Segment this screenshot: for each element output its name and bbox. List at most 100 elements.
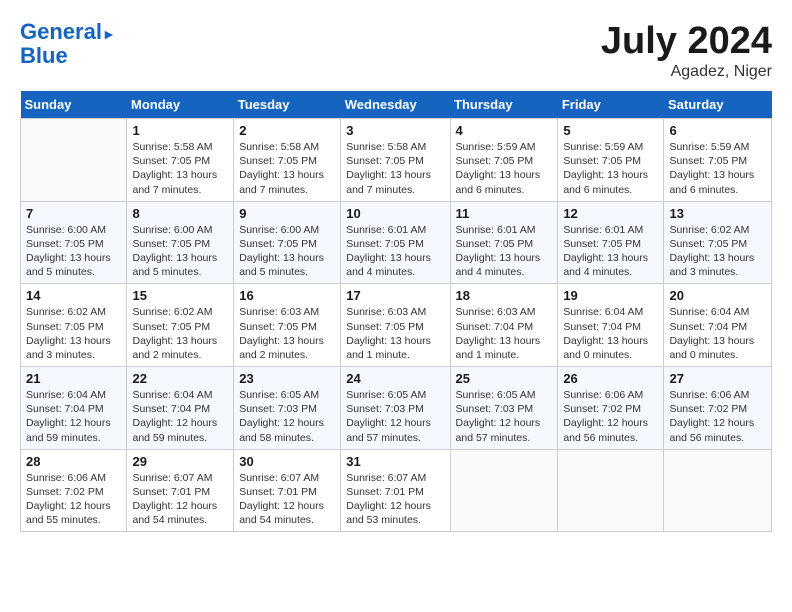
day-number: 2 bbox=[239, 123, 335, 138]
day-info: Sunrise: 6:02 AM Sunset: 7:05 PM Dayligh… bbox=[132, 305, 228, 362]
location-subtitle: Agadez, Niger bbox=[601, 63, 772, 81]
calendar-cell: 1 Sunrise: 5:58 AM Sunset: 7:05 PM Daylig… bbox=[127, 119, 234, 202]
day-info: Sunrise: 6:04 AM Sunset: 7:04 PM Dayligh… bbox=[132, 388, 228, 445]
day-number: 6 bbox=[669, 123, 766, 138]
calendar-cell: 13 Sunrise: 6:02 AM Sunset: 7:05 PM Dayli… bbox=[664, 201, 772, 284]
day-number: 17 bbox=[346, 288, 444, 303]
day-info: Sunrise: 6:04 AM Sunset: 7:04 PM Dayligh… bbox=[26, 388, 121, 445]
week-row-2: 7 Sunrise: 6:00 AM Sunset: 7:05 PM Daylig… bbox=[21, 201, 772, 284]
day-info: Sunrise: 6:03 AM Sunset: 7:05 PM Dayligh… bbox=[346, 305, 444, 362]
day-number: 12 bbox=[563, 206, 658, 221]
day-number: 30 bbox=[239, 454, 335, 469]
day-number: 24 bbox=[346, 371, 444, 386]
calendar-cell: 3 Sunrise: 5:58 AM Sunset: 7:05 PM Daylig… bbox=[341, 119, 450, 202]
logo: General► Blue bbox=[20, 20, 116, 68]
calendar-cell: 8Sunrise: 6:00 AM Sunset: 7:05 PM Daylig… bbox=[127, 201, 234, 284]
day-number: 8 bbox=[132, 206, 228, 221]
calendar-cell: 17 Sunrise: 6:03 AM Sunset: 7:05 PM Dayli… bbox=[341, 284, 450, 367]
day-info: Sunrise: 6:03 AM Sunset: 7:04 PM Dayligh… bbox=[456, 305, 553, 362]
day-number: 29 bbox=[132, 454, 228, 469]
day-number: 21 bbox=[26, 371, 121, 386]
calendar-cell: 30Sunrise: 6:07 AM Sunset: 7:01 PM Dayli… bbox=[234, 449, 341, 532]
day-number: 7 bbox=[26, 206, 121, 221]
calendar-cell: 18 Sunrise: 6:03 AM Sunset: 7:04 PM Dayli… bbox=[450, 284, 558, 367]
day-number: 11 bbox=[456, 206, 553, 221]
day-info: Sunrise: 6:07 AM Sunset: 7:01 PM Dayligh… bbox=[346, 471, 444, 528]
calendar-cell: 9 Sunrise: 6:00 AM Sunset: 7:05 PM Daylig… bbox=[234, 201, 341, 284]
day-info: Sunrise: 6:05 AM Sunset: 7:03 PM Dayligh… bbox=[346, 388, 444, 445]
calendar-cell: 15 Sunrise: 6:02 AM Sunset: 7:05 PM Dayli… bbox=[127, 284, 234, 367]
calendar-cell bbox=[664, 449, 772, 532]
day-info: Sunrise: 5:58 AM Sunset: 7:05 PM Dayligh… bbox=[346, 140, 444, 197]
day-number: 20 bbox=[669, 288, 766, 303]
day-number: 1 bbox=[132, 123, 228, 138]
calendar-cell: 12 Sunrise: 6:01 AM Sunset: 7:05 PM Dayli… bbox=[558, 201, 664, 284]
col-header-tuesday: Tuesday bbox=[234, 91, 341, 119]
day-number: 22 bbox=[132, 371, 228, 386]
calendar-cell bbox=[21, 119, 127, 202]
day-number: 23 bbox=[239, 371, 335, 386]
calendar-cell: 11 Sunrise: 6:01 AM Sunset: 7:05 PM Dayli… bbox=[450, 201, 558, 284]
col-header-monday: Monday bbox=[127, 91, 234, 119]
calendar-table: SundayMondayTuesdayWednesdayThursdayFrid… bbox=[20, 91, 772, 532]
day-info: Sunrise: 6:04 AM Sunset: 7:04 PM Dayligh… bbox=[563, 305, 658, 362]
day-number: 15 bbox=[132, 288, 228, 303]
calendar-cell: 29Sunrise: 6:07 AM Sunset: 7:01 PM Dayli… bbox=[127, 449, 234, 532]
day-info: Sunrise: 6:05 AM Sunset: 7:03 PM Dayligh… bbox=[239, 388, 335, 445]
day-info: Sunrise: 6:02 AM Sunset: 7:05 PM Dayligh… bbox=[669, 223, 766, 280]
week-row-4: 21 Sunrise: 6:04 AM Sunset: 7:04 PM Dayli… bbox=[21, 367, 772, 450]
col-header-sunday: Sunday bbox=[21, 91, 127, 119]
month-title: July 2024 bbox=[601, 20, 772, 63]
calendar-cell: 7 Sunrise: 6:00 AM Sunset: 7:05 PM Daylig… bbox=[21, 201, 127, 284]
calendar-cell: 16Sunrise: 6:03 AM Sunset: 7:05 PM Dayli… bbox=[234, 284, 341, 367]
calendar-cell: 14 Sunrise: 6:02 AM Sunset: 7:05 PM Dayli… bbox=[21, 284, 127, 367]
calendar-cell: 31 Sunrise: 6:07 AM Sunset: 7:01 PM Dayli… bbox=[341, 449, 450, 532]
day-info: Sunrise: 6:06 AM Sunset: 7:02 PM Dayligh… bbox=[563, 388, 658, 445]
calendar-cell: 22 Sunrise: 6:04 AM Sunset: 7:04 PM Dayli… bbox=[127, 367, 234, 450]
day-info: Sunrise: 5:59 AM Sunset: 7:05 PM Dayligh… bbox=[669, 140, 766, 197]
calendar-cell: 28 Sunrise: 6:06 AM Sunset: 7:02 PM Dayli… bbox=[21, 449, 127, 532]
day-number: 4 bbox=[456, 123, 553, 138]
day-info: Sunrise: 5:59 AM Sunset: 7:05 PM Dayligh… bbox=[563, 140, 658, 197]
calendar-cell: 4Sunrise: 5:59 AM Sunset: 7:05 PM Daylig… bbox=[450, 119, 558, 202]
calendar-cell: 27Sunrise: 6:06 AM Sunset: 7:02 PM Dayli… bbox=[664, 367, 772, 450]
day-info: Sunrise: 6:04 AM Sunset: 7:04 PM Dayligh… bbox=[669, 305, 766, 362]
day-number: 3 bbox=[346, 123, 444, 138]
day-info: Sunrise: 5:58 AM Sunset: 7:05 PM Dayligh… bbox=[239, 140, 335, 197]
calendar-cell: 2 Sunrise: 5:58 AM Sunset: 7:05 PM Daylig… bbox=[234, 119, 341, 202]
day-number: 28 bbox=[26, 454, 121, 469]
day-number: 10 bbox=[346, 206, 444, 221]
day-number: 31 bbox=[346, 454, 444, 469]
col-header-thursday: Thursday bbox=[450, 91, 558, 119]
calendar-cell: 26 Sunrise: 6:06 AM Sunset: 7:02 PM Dayli… bbox=[558, 367, 664, 450]
calendar-cell: 5Sunrise: 5:59 AM Sunset: 7:05 PM Daylig… bbox=[558, 119, 664, 202]
col-header-friday: Friday bbox=[558, 91, 664, 119]
day-info: Sunrise: 6:01 AM Sunset: 7:05 PM Dayligh… bbox=[346, 223, 444, 280]
logo-general: General bbox=[20, 19, 102, 44]
day-number: 18 bbox=[456, 288, 553, 303]
week-row-5: 28 Sunrise: 6:06 AM Sunset: 7:02 PM Dayli… bbox=[21, 449, 772, 532]
page-header: General► Blue July 2024 Agadez, Niger bbox=[20, 20, 772, 81]
day-info: Sunrise: 6:01 AM Sunset: 7:05 PM Dayligh… bbox=[563, 223, 658, 280]
day-info: Sunrise: 6:06 AM Sunset: 7:02 PM Dayligh… bbox=[26, 471, 121, 528]
calendar-cell: 20 Sunrise: 6:04 AM Sunset: 7:04 PM Dayli… bbox=[664, 284, 772, 367]
day-number: 9 bbox=[239, 206, 335, 221]
day-number: 27 bbox=[669, 371, 766, 386]
day-info: Sunrise: 6:00 AM Sunset: 7:05 PM Dayligh… bbox=[239, 223, 335, 280]
day-number: 13 bbox=[669, 206, 766, 221]
day-info: Sunrise: 6:01 AM Sunset: 7:05 PM Dayligh… bbox=[456, 223, 553, 280]
day-number: 16 bbox=[239, 288, 335, 303]
calendar-cell bbox=[450, 449, 558, 532]
day-info: Sunrise: 6:05 AM Sunset: 7:03 PM Dayligh… bbox=[456, 388, 553, 445]
day-info: Sunrise: 6:00 AM Sunset: 7:05 PM Dayligh… bbox=[26, 223, 121, 280]
title-block: July 2024 Agadez, Niger bbox=[601, 20, 772, 81]
week-row-3: 14 Sunrise: 6:02 AM Sunset: 7:05 PM Dayli… bbox=[21, 284, 772, 367]
logo-blue: Blue bbox=[20, 44, 116, 68]
day-info: Sunrise: 5:58 AM Sunset: 7:05 PM Dayligh… bbox=[132, 140, 228, 197]
day-number: 14 bbox=[26, 288, 121, 303]
calendar-cell: 10 Sunrise: 6:01 AM Sunset: 7:05 PM Dayli… bbox=[341, 201, 450, 284]
day-info: Sunrise: 6:02 AM Sunset: 7:05 PM Dayligh… bbox=[26, 305, 121, 362]
calendar-cell bbox=[558, 449, 664, 532]
week-row-1: 1 Sunrise: 5:58 AM Sunset: 7:05 PM Daylig… bbox=[21, 119, 772, 202]
day-number: 26 bbox=[563, 371, 658, 386]
